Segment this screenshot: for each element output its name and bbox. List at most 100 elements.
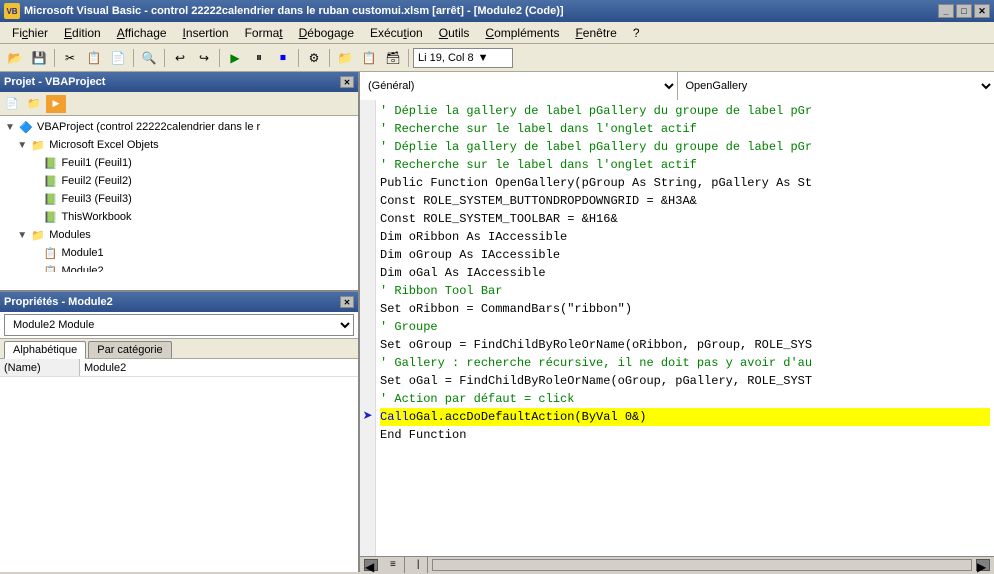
props-row: (Name) Module2 <box>0 359 358 377</box>
line-indicator-item <box>360 118 375 136</box>
code-line[interactable]: Call oGal.accDoDefaultAction(ByVal 0&) <box>380 408 990 426</box>
code-line[interactable]: Dim oGal As IAccessible <box>380 264 990 282</box>
tb-stop-btn[interactable]: ⏹ <box>272 47 294 69</box>
project-panel-close[interactable]: ✕ <box>340 76 354 88</box>
comment-text: ' Recherche sur le label dans l'onglet a… <box>380 156 697 174</box>
ptb-btn1[interactable]: 📄 <box>2 95 22 113</box>
menu-bar: Fichier Edition Affichage Insertion Form… <box>0 22 994 44</box>
tb-prj-btn[interactable]: 📁 <box>334 47 356 69</box>
code-combo-right[interactable]: OpenGallery <box>678 72 994 100</box>
line-indicator-item <box>360 244 375 262</box>
tb-save-btn[interactable]: 💾 <box>28 47 50 69</box>
properties-grid: (Name) Module2 <box>0 359 358 572</box>
menu-help[interactable]: ? <box>625 24 648 42</box>
toolbar: 📂 💾 ✂ 📋 📄 🔍 ↩ ↪ ▶ ⏸ ⏹ ⚙ 📁 📋 🗃 Li 19, Col… <box>0 44 994 72</box>
code-line[interactable]: Dim oRibbon As IAccessible <box>380 228 990 246</box>
code-line[interactable]: Dim oGroup As IAccessible <box>380 246 990 264</box>
line-indicator-item <box>360 370 375 388</box>
menu-debogage[interactable]: Débogage <box>291 24 362 42</box>
tb-paste-btn[interactable]: 📄 <box>107 47 129 69</box>
scroll-right-btn[interactable]: ▶ <box>976 559 990 571</box>
app-icon-text: VB <box>6 7 17 16</box>
project-panel-title: Projet - VBAProject <box>4 76 105 88</box>
line-indicator: ➤ <box>360 100 376 556</box>
code-line[interactable]: Set oGal = FindChildByRoleOrName(oGroup,… <box>380 372 990 390</box>
properties-panel-close[interactable]: ✕ <box>340 296 354 308</box>
horizontal-scrollbar[interactable] <box>432 559 972 571</box>
minimize-button[interactable]: _ <box>938 4 954 18</box>
keyword-call: Call <box>380 408 409 426</box>
tb-undo-btn[interactable]: ↩ <box>169 47 191 69</box>
tb-sep1 <box>54 49 55 67</box>
code-line[interactable]: Public Function OpenGallery(pGroup As St… <box>380 174 990 192</box>
close-button[interactable]: ✕ <box>974 4 990 18</box>
code-line[interactable]: ' Groupe <box>380 318 990 336</box>
project-toolbar: 📄 📁 ▶ <box>0 92 358 116</box>
maximize-button[interactable]: □ <box>956 4 972 18</box>
code-area[interactable]: ➤ ' Déplie la gallery de label pGallery … <box>360 100 994 556</box>
menu-fenetre[interactable]: Fenêtre <box>567 24 624 42</box>
tree-item[interactable]: 📗 Feuil2 (Feuil2) <box>2 172 356 190</box>
menu-fichier[interactable]: Fichier <box>4 24 56 42</box>
code-line[interactable]: End Function <box>380 426 990 444</box>
code-line[interactable]: Const ROLE_SYSTEM_BUTTONDROPDOWNGRID = &… <box>380 192 990 210</box>
line-indicator-item <box>360 424 375 442</box>
code-combo-left[interactable]: (Général) <box>360 72 678 100</box>
code-line[interactable]: ' Gallery : recherche récursive, il ne d… <box>380 354 990 372</box>
tb-run-btn[interactable]: ▶ <box>224 47 246 69</box>
code-line[interactable]: ' Recherche sur le label dans l'onglet a… <box>380 156 990 174</box>
tb-design-btn[interactable]: ⚙ <box>303 47 325 69</box>
ptb-btn3[interactable]: ▶ <box>46 95 66 113</box>
properties-combo[interactable]: Module2 Module <box>4 314 354 336</box>
tree-item[interactable]: 📗 ThisWorkbook <box>2 208 356 226</box>
tree-item[interactable]: 📋 Module2 <box>2 262 356 272</box>
code-line[interactable]: Const ROLE_SYSTEM_TOOLBAR = &H16& <box>380 210 990 228</box>
tree-item[interactable]: 📗 Feuil1 (Feuil1) <box>2 154 356 172</box>
tree-item[interactable]: ▼ 📁 Microsoft Excel Objets <box>2 136 356 154</box>
tb-cut-btn[interactable]: ✂ <box>59 47 81 69</box>
menu-edition[interactable]: Edition <box>56 24 109 42</box>
code-line[interactable]: Set oRibbon = CommandBars("ribbon") <box>380 300 990 318</box>
menu-execution[interactable]: Exécution <box>362 24 431 42</box>
tab-par-categorie[interactable]: Par catégorie <box>88 341 171 358</box>
bottom-tab-code[interactable]: ≡ <box>382 557 405 573</box>
code-line[interactable]: ' Déplie la gallery de label pGallery du… <box>380 138 990 156</box>
tb-find-btn[interactable]: 🔍 <box>138 47 160 69</box>
position-dropdown-icon[interactable]: ▼ <box>478 52 489 64</box>
tb-sep3 <box>164 49 165 67</box>
code-line[interactable]: ' Ribbon Tool Bar <box>380 282 990 300</box>
tab-alphabetique[interactable]: Alphabétique <box>4 341 86 359</box>
code-text: Public Function OpenGallery(pGroup As St… <box>380 174 812 192</box>
tb-redo-btn[interactable]: ↪ <box>193 47 215 69</box>
props-val[interactable]: Module2 <box>80 362 358 374</box>
tree-item[interactable]: 📗 Feuil3 (Feuil3) <box>2 190 356 208</box>
menu-affichage[interactable]: Affichage <box>109 24 175 42</box>
line-indicator-item <box>360 136 375 154</box>
tb-sep2 <box>133 49 134 67</box>
bottom-tab-form[interactable]: | <box>409 557 429 573</box>
tb-pause-btn[interactable]: ⏸ <box>248 47 270 69</box>
code-line[interactable]: ' Recherche sur le label dans l'onglet a… <box>380 120 990 138</box>
code-line[interactable]: Set oGroup = FindChildByRoleOrName(oRibb… <box>380 336 990 354</box>
menu-outils[interactable]: Outils <box>431 24 478 42</box>
title-bar-text: Microsoft Visual Basic - control 22222ca… <box>24 5 938 17</box>
code-line[interactable]: ' Action par défaut = click <box>380 390 990 408</box>
code-line[interactable]: ' Déplie la gallery de label pGallery du… <box>380 102 990 120</box>
scroll-left-btn[interactable]: ◀ <box>364 559 378 571</box>
ptb-btn2[interactable]: 📁 <box>24 95 44 113</box>
line-indicator-item <box>360 208 375 226</box>
tb-open-btn[interactable]: 📂 <box>4 47 26 69</box>
code-text: Const ROLE_SYSTEM_BUTTONDROPDOWNGRID = &… <box>380 192 697 210</box>
menu-insertion[interactable]: Insertion <box>175 24 237 42</box>
menu-format[interactable]: Format <box>237 24 291 42</box>
tree-item[interactable]: 📋 Module1 <box>2 244 356 262</box>
menu-complements[interactable]: Compléments <box>477 24 567 42</box>
tree-item[interactable]: ▼ 📁 Modules <box>2 226 356 244</box>
tb-ob-btn[interactable]: 🗃 <box>382 47 404 69</box>
tb-props-btn[interactable]: 📋 <box>358 47 380 69</box>
comment-text: ' Action par défaut = click <box>380 390 574 408</box>
project-tree[interactable]: ▼ 🔷 VBAProject (control 22222calendrier … <box>0 116 358 272</box>
code-content[interactable]: ' Déplie la gallery de label pGallery du… <box>376 100 994 556</box>
tree-item[interactable]: ▼ 🔷 VBAProject (control 22222calendrier … <box>2 118 356 136</box>
tb-copy-btn[interactable]: 📋 <box>83 47 105 69</box>
